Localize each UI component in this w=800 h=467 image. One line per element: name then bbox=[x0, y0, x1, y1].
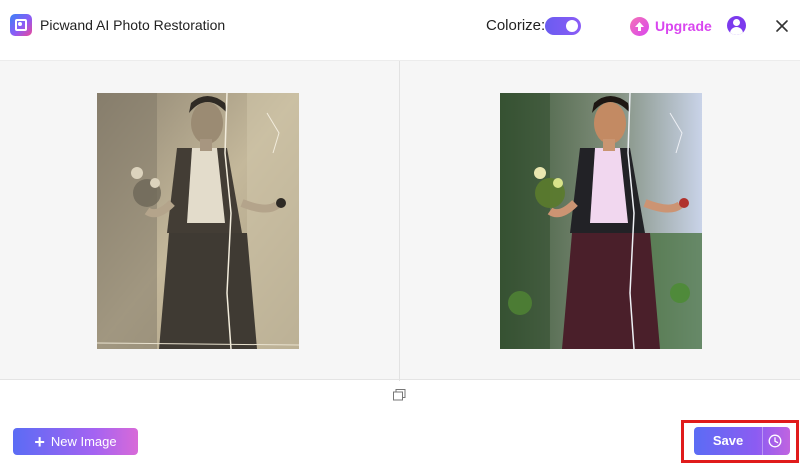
upgrade-label: Upgrade bbox=[655, 18, 712, 34]
save-button[interactable]: Save bbox=[694, 427, 790, 455]
user-icon[interactable] bbox=[727, 16, 746, 35]
restored-photo bbox=[500, 93, 702, 349]
new-image-button[interactable]: + New Image bbox=[13, 428, 138, 455]
upgrade-button[interactable]: Upgrade bbox=[630, 15, 712, 37]
preview-workspace bbox=[0, 60, 800, 381]
new-image-label: New Image bbox=[50, 434, 117, 449]
app-title: Picwand AI Photo Restoration bbox=[40, 17, 226, 33]
toggle-knob bbox=[566, 20, 578, 32]
picwand-logo-icon bbox=[10, 14, 32, 36]
title-bar: Picwand AI Photo Restoration Colorize: U… bbox=[0, 0, 800, 52]
history-icon[interactable] bbox=[768, 434, 782, 448]
save-label: Save bbox=[712, 433, 744, 448]
save-separator bbox=[762, 427, 763, 455]
close-icon[interactable] bbox=[772, 16, 792, 36]
plus-icon: + bbox=[34, 431, 45, 452]
compare-icon[interactable] bbox=[393, 388, 406, 401]
original-photo bbox=[97, 93, 299, 349]
colorize-label: Colorize: bbox=[486, 17, 546, 34]
compare-divider bbox=[399, 61, 400, 381]
colorize-toggle[interactable] bbox=[545, 17, 581, 35]
upgrade-arrow-icon bbox=[630, 16, 649, 36]
